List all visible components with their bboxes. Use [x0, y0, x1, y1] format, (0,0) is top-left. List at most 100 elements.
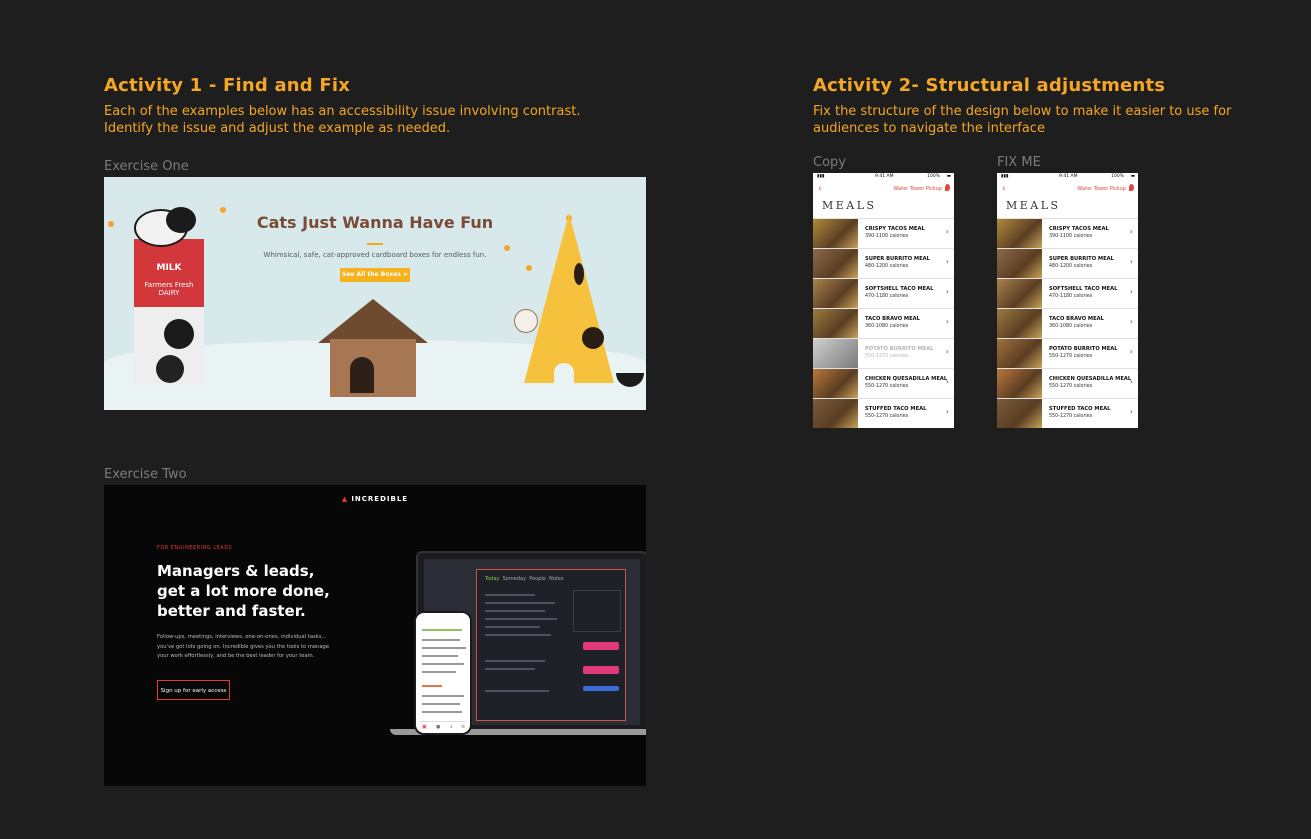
tab-people[interactable]: People	[529, 576, 546, 582]
meal-list-item[interactable]: STUFFED TACO MEAL 550-1270 calories ›	[813, 398, 954, 428]
pickup-location[interactable]: Water Tower Pickup	[1077, 186, 1126, 192]
logo-triangle-icon: ▲	[341, 495, 349, 503]
meal-list-item[interactable]: TACO BRAVO MEAL 360-1080 calories ›	[997, 308, 1138, 338]
phone-line	[422, 629, 462, 631]
banner-title: Cats Just Wanna Have Fun	[256, 213, 494, 232]
meal-name: SUPER BURRITO MEAL	[865, 256, 930, 262]
pickup-location[interactable]: Water Tower Pickup	[893, 186, 942, 192]
exercise-one-caption: Exercise One	[104, 159, 189, 174]
meal-calories: 470-1180 calories	[1049, 294, 1093, 299]
carton-seal	[156, 355, 184, 383]
phone-line	[422, 671, 456, 673]
meal-name: CRISPY TACOS MEAL	[1049, 226, 1109, 232]
tab-notes[interactable]: Notes	[549, 576, 563, 582]
note-icon[interactable]: ≡	[461, 724, 465, 730]
meal-list-item[interactable]: SUPER BURRITO MEAL 480-1200 calories ›	[997, 248, 1138, 278]
milk-carton-box: MILK Farmers Fresh DAIRY	[134, 239, 204, 384]
milk-label: MILK	[156, 263, 182, 273]
meal-thumbnail	[997, 279, 1042, 308]
meal-thumbnail	[813, 249, 858, 278]
cheese-hole	[582, 327, 604, 349]
activity2-title: Activity 2- Structural adjustments	[813, 75, 1166, 96]
title-underline	[367, 243, 383, 245]
meal-thumbnail	[997, 369, 1042, 398]
meal-name: TACO BRAVO MEAL	[865, 316, 920, 322]
meal-list-item[interactable]: SOFTSHELL TACO MEAL 470-1180 calories ›	[997, 278, 1138, 308]
meal-thumbnail	[997, 249, 1042, 278]
meal-list-item[interactable]: TACO BRAVO MEAL 360-1080 calories ›	[813, 308, 954, 338]
meal-calories: 550-1270 calories	[865, 414, 909, 419]
early-access-button[interactable]: Sign up for early access	[157, 680, 230, 700]
tab-today[interactable]: Today	[485, 576, 499, 582]
meal-calories: 470-1180 calories	[865, 294, 909, 299]
meal-list-item[interactable]: CHICKEN QUESADILLA MEAL 550-1270 calories…	[813, 368, 954, 398]
chevron-right-icon: ›	[945, 377, 949, 386]
meal-list-item[interactable]: POTATO BURRITO MEAL 550-1270 calories ›	[813, 338, 954, 368]
confetti-dot	[108, 221, 114, 227]
chevron-right-icon: ›	[1129, 287, 1133, 296]
phone-line	[422, 711, 462, 713]
back-chevron-icon[interactable]: ‹	[1002, 184, 1006, 194]
download-icon[interactable]: ↓	[449, 724, 453, 730]
meal-list-item[interactable]: STUFFED TACO MEAL 550-1270 calories ›	[997, 398, 1138, 428]
confetti-dot	[504, 245, 510, 251]
meal-calories: 360-1080 calories	[865, 324, 909, 329]
chevron-right-icon: ›	[1129, 257, 1133, 266]
meal-list-item[interactable]: SUPER BURRITO MEAL 480-1200 calories ›	[813, 248, 954, 278]
brand-logo[interactable]: ▲ INCREDIBLE	[104, 495, 646, 503]
phone-mockup: ▣ ● ↓ ≡	[414, 611, 472, 735]
phone-line	[422, 703, 460, 705]
phone-line	[422, 685, 442, 687]
calendar-icon[interactable]: ▣	[422, 724, 427, 730]
carton-hole	[164, 319, 194, 349]
meal-name: TACO BRAVO MEAL	[1049, 316, 1104, 322]
task-line	[485, 602, 555, 604]
meals-heading: MEALS	[822, 199, 877, 212]
tab-someday[interactable]: Someday	[503, 576, 526, 582]
activity1-description: Each of the examples below has an access…	[104, 104, 581, 136]
cheese-hole	[574, 263, 584, 285]
meal-thumbnail	[813, 279, 858, 308]
meal-thumbnail	[813, 339, 858, 368]
cat-head-icon	[514, 309, 538, 333]
meal-list-item[interactable]: CRISPY TACOS MEAL 390-1100 calories ›	[997, 218, 1138, 248]
phone-line	[422, 639, 460, 641]
people-icon[interactable]: ●	[436, 724, 440, 730]
meal-thumbnail	[813, 369, 858, 398]
meal-list-item[interactable]: CHICKEN QUESADILLA MEAL 550-1270 calories…	[997, 368, 1138, 398]
meal-calories: 390-1100 calories	[1049, 234, 1093, 239]
calendar-widget	[573, 590, 621, 632]
event-chip[interactable]	[583, 686, 619, 691]
meal-list-item[interactable]: SOFTSHELL TACO MEAL 470-1180 calories ›	[813, 278, 954, 308]
chevron-right-icon: ›	[1129, 227, 1133, 236]
event-chip[interactable]	[583, 666, 619, 674]
meal-calories: 480-1200 calories	[1049, 264, 1093, 269]
hero-paragraph: Follow-ups, meetings, interviews, one-on…	[157, 634, 330, 659]
exercise-one-banner: MILK Farmers Fresh DAIRY Cats Just Wanna…	[104, 177, 646, 410]
meal-name: CHICKEN QUESADILLA MEAL	[1049, 376, 1132, 382]
meal-list-item[interactable]: POTATO BURRITO MEAL 550-1270 calories ›	[997, 338, 1138, 368]
meal-list-item[interactable]: CRISPY TACOS MEAL 390-1100 calories ›	[813, 218, 954, 248]
battery-icon: ▬	[1130, 174, 1135, 179]
phone-line	[422, 647, 466, 649]
event-chip[interactable]	[583, 642, 619, 650]
chevron-right-icon: ›	[945, 347, 949, 356]
back-chevron-icon[interactable]: ‹	[818, 184, 822, 194]
chevron-right-icon: ›	[945, 287, 949, 296]
house-door	[350, 357, 374, 393]
meal-name: CHICKEN QUESADILLA MEAL	[865, 376, 948, 382]
status-time: 9:41 AM	[875, 174, 894, 179]
chevron-right-icon: ›	[1129, 317, 1133, 326]
task-line	[485, 668, 535, 670]
fixme-caption: FIX ME	[997, 155, 1041, 170]
hero-headline: Managers & leads, get a lot more done, b…	[157, 562, 330, 620]
see-all-boxes-button[interactable]: See All the Boxes >	[340, 268, 410, 282]
chevron-right-icon: ›	[1129, 377, 1133, 386]
task-line	[485, 594, 535, 596]
signal-icon: ▮▮▮	[817, 174, 825, 179]
copy-caption: Copy	[813, 155, 846, 170]
chevron-right-icon: ›	[945, 257, 949, 266]
meal-thumbnail	[997, 339, 1042, 368]
meal-name: STUFFED TACO MEAL	[1049, 406, 1111, 412]
meal-thumbnail	[997, 309, 1042, 338]
